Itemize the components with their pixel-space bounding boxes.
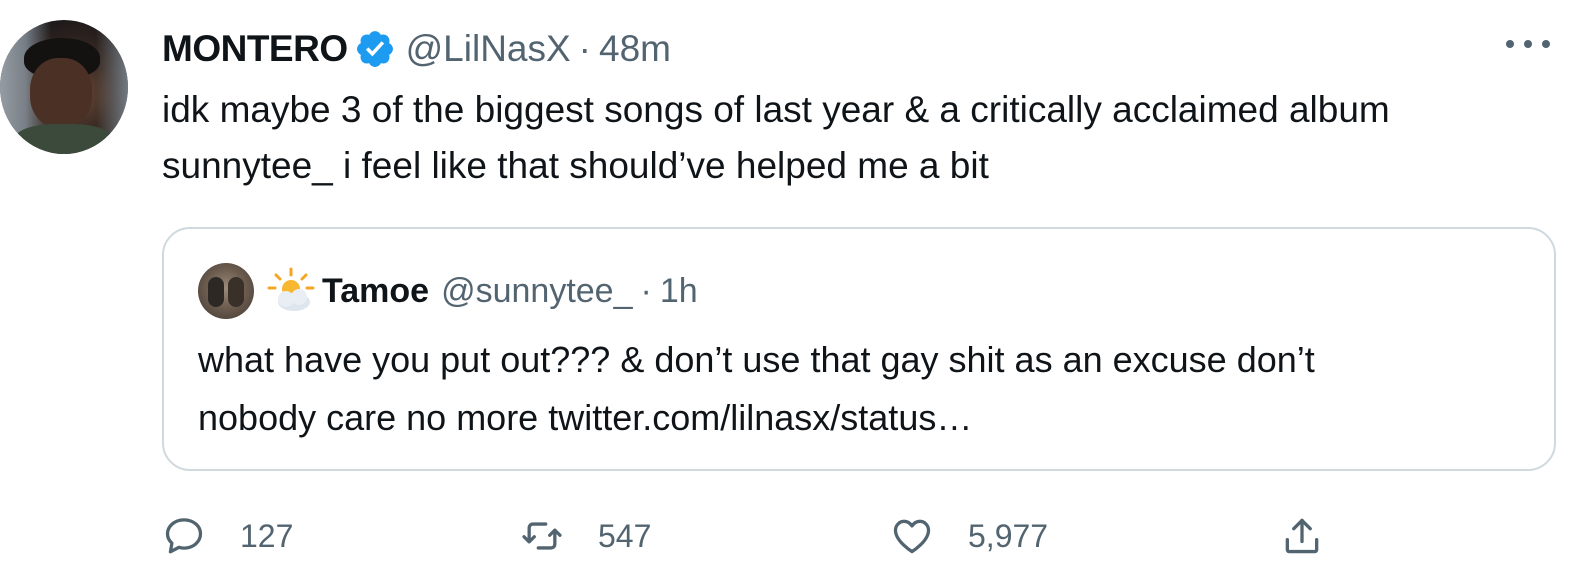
tweet-header: MONTERO @LilNasX · 48m [162, 24, 671, 74]
heart-icon [893, 519, 931, 554]
like-button[interactable]: 5,977 [890, 508, 1048, 564]
reply-button[interactable]: 127 [162, 508, 293, 564]
action-bar: 127 547 5,977 [162, 508, 1562, 564]
quoted-text-line: nobody care no more twitter.com/lilnasx/… [198, 397, 973, 438]
quoted-author-display-name[interactable]: Tamoe [322, 272, 429, 311]
reply-icon [165, 518, 203, 554]
tweet: MONTERO @LilNasX · 48m idk maybe 3 of th… [0, 0, 1582, 574]
quoted-tweet-timestamp[interactable]: 1h [660, 272, 698, 311]
like-count: 5,977 [968, 517, 1049, 554]
reply-count: 127 [240, 517, 294, 554]
quoted-header-separator: · [640, 271, 652, 310]
quoted-tweet-header: Tamoe @sunnytee_ · 1h [264, 263, 698, 319]
tweet-text: idk maybe 3 of the biggest songs of last… [162, 82, 1562, 194]
author-handle[interactable]: @LilNasX [406, 28, 571, 70]
quoted-author-handle[interactable]: @sunnytee_ [441, 272, 632, 311]
share-icon [1285, 518, 1319, 554]
sun-behind-cloud-icon [267, 267, 315, 311]
quoted-text-line: what have you put out??? & don’t use tha… [198, 339, 1315, 380]
tweet-timestamp[interactable]: 48m [599, 28, 671, 70]
quoted-author-avatar [198, 263, 254, 319]
tweet-text-line: idk maybe 3 of the biggest songs of last… [162, 89, 1390, 130]
retweet-icon [522, 522, 562, 550]
verified-badge-icon [356, 31, 393, 67]
retweet-count: 547 [598, 517, 652, 554]
quoted-tweet[interactable]: Tamoe @sunnytee_ · 1h what have you put … [162, 227, 1556, 471]
share-button[interactable] [1280, 508, 1324, 564]
quoted-tweet-text: what have you put out??? & don’t use tha… [198, 331, 1538, 447]
header-separator: · [578, 28, 591, 69]
retweet-button[interactable]: 547 [520, 508, 651, 564]
more-options-icon[interactable] [1506, 34, 1550, 54]
author-avatar[interactable] [0, 20, 128, 154]
author-display-name[interactable]: MONTERO [162, 28, 348, 70]
tweet-text-line: sunnytee_ i feel like that should’ve hel… [162, 145, 989, 186]
